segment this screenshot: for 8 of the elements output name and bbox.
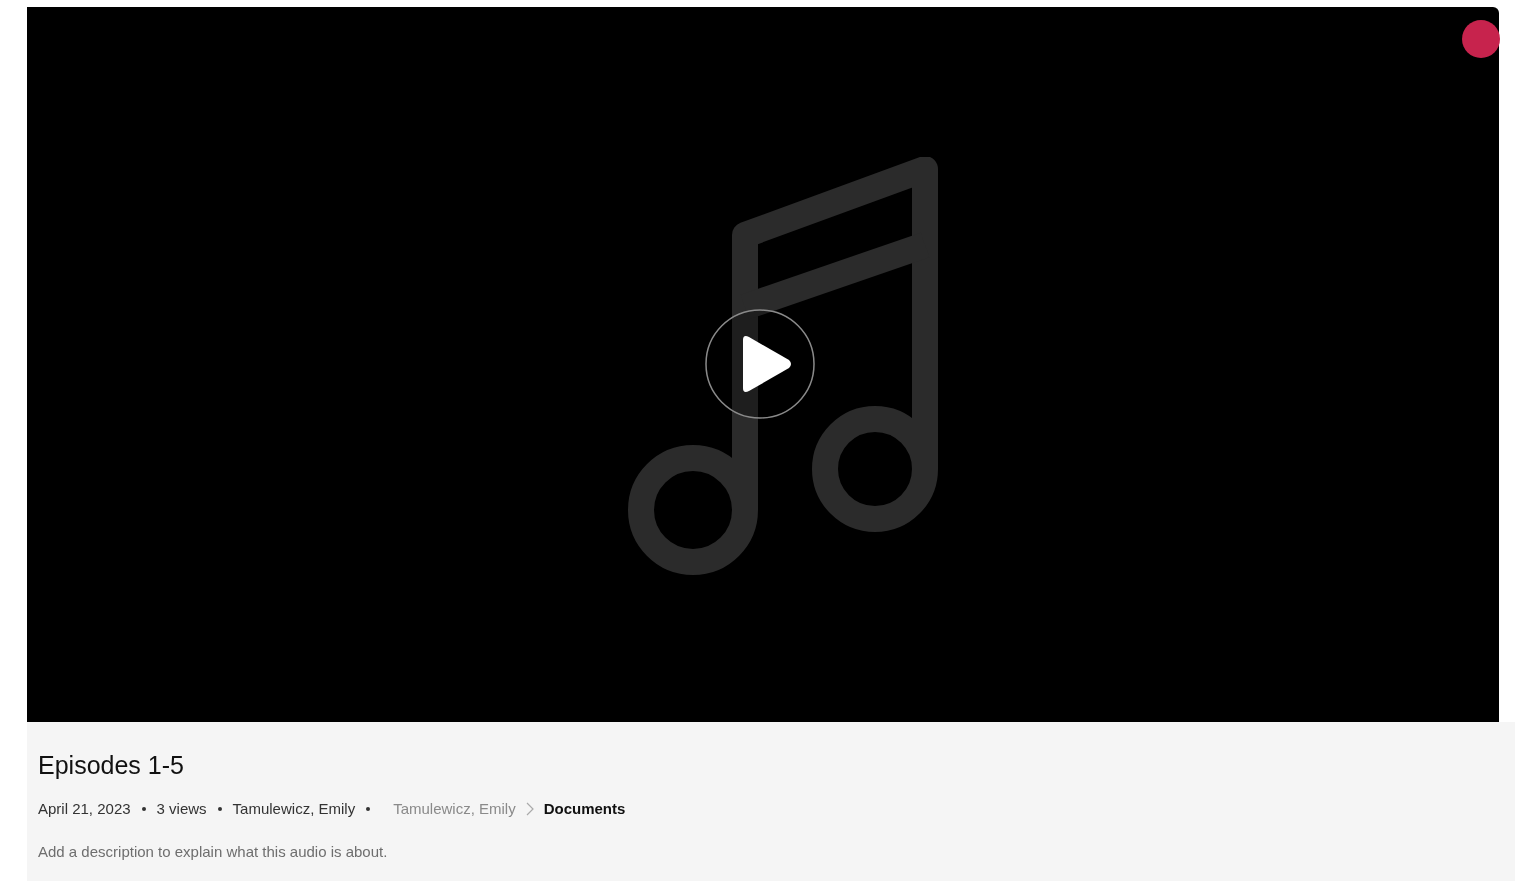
breadcrumb-link[interactable]: Tamulewicz, Emily: [393, 798, 516, 821]
description-prompt[interactable]: Add a description to explain what this audio is about.: [38, 840, 388, 863]
chevron-right-icon: [525, 802, 534, 817]
meta-text: 3 views: [156, 799, 207, 819]
breadcrumb-link[interactable]: Documents: [543, 798, 626, 821]
meta-text: April 21, 2023: [38, 799, 131, 819]
meta-text: Tamulewicz, Emily: [232, 799, 356, 819]
audio-title: Episodes 1-5: [38, 750, 184, 781]
